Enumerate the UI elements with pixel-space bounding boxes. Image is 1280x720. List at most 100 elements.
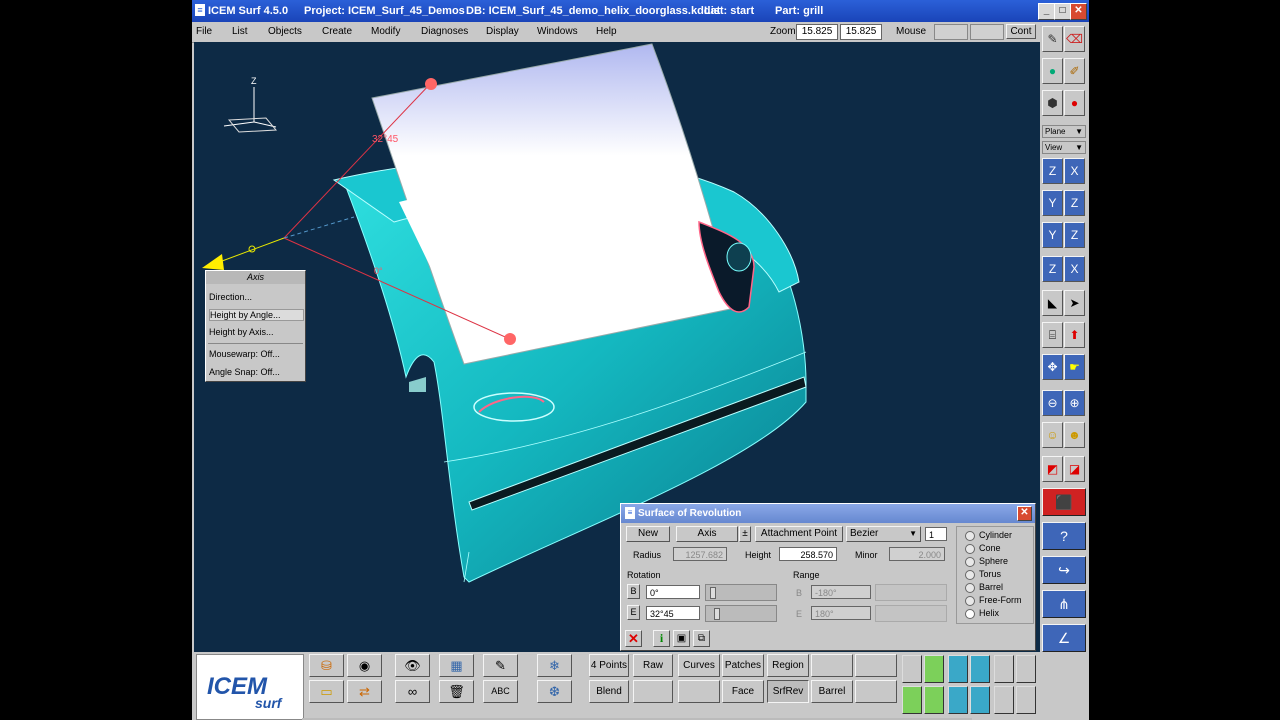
diagonal-select-icon[interactable]: ◪ [1064, 456, 1085, 482]
type-cylinder[interactable]: Cylinder [979, 530, 1012, 540]
menu-file[interactable]: File [196, 26, 212, 37]
box-select-icon[interactable]: ◩ [1042, 456, 1063, 482]
new-button[interactable]: New [626, 526, 670, 542]
slider-handle[interactable] [714, 608, 720, 620]
rotation-e-slider[interactable] [705, 605, 777, 622]
maximize-button[interactable]: □ [1054, 3, 1071, 20]
mouse-field-2[interactable] [970, 24, 1004, 40]
axis-menu-mousewarp[interactable]: Mousewarp: Off... [209, 349, 280, 359]
radio-free-form[interactable] [965, 596, 975, 606]
surface-tool-3-icon[interactable] [948, 686, 968, 714]
cube-icon[interactable]: ⬢ [1042, 90, 1063, 116]
curve-tool-3-icon[interactable] [948, 655, 968, 683]
connect-icon[interactable]: ↪ [1042, 556, 1086, 584]
curve-tool-1-icon[interactable] [902, 655, 922, 683]
zoom-in-icon[interactable]: ⊕ [1064, 390, 1085, 416]
smiley-icon[interactable]: ☺ [1042, 422, 1063, 448]
rotation-e-field[interactable]: 32°45 [646, 606, 700, 620]
view-z-icon[interactable]: Z [1042, 158, 1063, 184]
eye-pencil-icon[interactable]: ✎ [1042, 26, 1063, 52]
axis-arrow[interactable] [202, 254, 224, 270]
height-field[interactable]: 258.570 [779, 547, 837, 561]
face-button[interactable]: Face [722, 680, 764, 703]
folder-icon[interactable]: ▭ [309, 680, 344, 703]
copy-icon[interactable]: ⇄ [347, 680, 382, 703]
type-cone[interactable]: Cone [979, 543, 1001, 553]
view-z3-icon[interactable]: Z [1042, 256, 1063, 282]
curve-tool-4-icon[interactable] [970, 655, 990, 683]
empty-button-1[interactable] [811, 654, 853, 677]
sphere-icon[interactable]: ● [1064, 90, 1085, 116]
type-free-form[interactable]: Free-Form [979, 595, 1022, 605]
segments-field[interactable]: 1 [925, 527, 947, 541]
eraser-icon[interactable]: ⌫ [1064, 26, 1085, 52]
curves-button[interactable]: Curves [678, 654, 720, 677]
move-icon[interactable]: ✥ [1042, 354, 1063, 380]
wedge-icon[interactable]: ◣ [1042, 290, 1063, 316]
menu-windows[interactable]: Windows [537, 26, 578, 37]
menu-objects[interactable]: Objects [268, 26, 302, 37]
radio-cylinder[interactable] [965, 531, 975, 541]
empty-button-4[interactable] [678, 680, 720, 703]
view-select[interactable]: View ▼ [1042, 141, 1086, 154]
empty-button-5[interactable] [855, 680, 897, 703]
zoom-field-2[interactable]: 15.825 [840, 24, 882, 40]
open-folder-icon[interactable]: ⛁ [309, 654, 344, 677]
eye-icon[interactable]: 👁 [395, 654, 430, 677]
patches-button[interactable]: Patches [722, 654, 764, 677]
points-tool-3-icon[interactable] [994, 686, 1014, 714]
barrel-button[interactable]: Barrel [811, 680, 853, 703]
menu-diagnoses[interactable]: Diagnoses [421, 26, 468, 37]
snowflake-refresh-icon[interactable]: ❆ [537, 680, 572, 703]
type-sphere[interactable]: Sphere [979, 556, 1008, 566]
radio-barrel[interactable] [965, 583, 975, 593]
menu-modify[interactable]: Modify [371, 26, 400, 37]
srfrev-button[interactable]: SrfRev [767, 680, 809, 703]
view-x-icon[interactable]: X [1064, 158, 1085, 184]
type-barrel[interactable]: Barrel [979, 582, 1003, 592]
dialog-close-button[interactable]: ✕ [1017, 506, 1032, 521]
blend-button[interactable]: Blend [589, 680, 629, 703]
radio-cone[interactable] [965, 544, 975, 554]
smiley-alt-icon[interactable]: ☻ [1064, 422, 1085, 448]
edit-icon[interactable]: ✎ [483, 654, 518, 677]
empty-button-3[interactable] [633, 680, 673, 703]
curve-tool-2-icon[interactable] [924, 655, 944, 683]
rotation-handle-bottom[interactable] [504, 333, 516, 345]
curve-type-select[interactable]: Bezier ▼ [846, 526, 921, 542]
type-helix[interactable]: Helix [979, 608, 999, 618]
page-eye-icon[interactable]: ◉ [347, 654, 382, 677]
type-torus[interactable]: Torus [979, 569, 1001, 579]
rotation-e-button[interactable]: E [627, 605, 640, 620]
axis-button[interactable]: Axis [676, 526, 738, 542]
globe-icon[interactable]: ● [1042, 58, 1063, 84]
axis-menu-height-by-angle[interactable]: Height by Angle... [209, 309, 304, 321]
abc-icon[interactable]: ABC [483, 680, 518, 703]
menu-list[interactable]: List [232, 26, 248, 37]
menu-create[interactable]: Create [322, 26, 352, 37]
minimize-button[interactable]: _ [1038, 3, 1055, 20]
minor-field[interactable]: 2.000 [889, 547, 945, 561]
view-x2-icon[interactable]: X [1064, 256, 1085, 282]
menu-help[interactable]: Help [596, 26, 617, 37]
points-tool-4-icon[interactable] [1016, 686, 1036, 714]
radius-field[interactable]: 1257.682 [673, 547, 727, 561]
rotation-b-slider[interactable] [705, 584, 777, 601]
radio-torus[interactable] [965, 570, 975, 580]
view-y-icon[interactable]: Y [1042, 222, 1063, 248]
window-icon[interactable]: ▣ [673, 630, 690, 647]
slider-handle[interactable] [710, 587, 716, 599]
cancel-x-icon[interactable]: ✕ [625, 630, 642, 647]
trash-icon[interactable]: 🗑 [439, 680, 474, 703]
view-iso-icon[interactable]: Y [1042, 190, 1063, 216]
angle-icon[interactable]: ∠ [1042, 624, 1086, 652]
radio-sphere[interactable] [965, 557, 975, 567]
graph-icon[interactable]: ⋔ [1042, 590, 1086, 618]
frame-fit-icon[interactable]: ⬛ [1042, 488, 1086, 516]
box-icon[interactable]: ⌸ [1042, 322, 1063, 348]
raw-button[interactable]: Raw [633, 654, 673, 677]
4-points-button[interactable]: 4 Points [589, 654, 629, 677]
zoom-out-icon[interactable]: ⊖ [1042, 390, 1063, 416]
cursor-icon[interactable]: ➤ [1064, 290, 1085, 316]
arrow-up-icon[interactable]: ⬆ [1064, 322, 1085, 348]
